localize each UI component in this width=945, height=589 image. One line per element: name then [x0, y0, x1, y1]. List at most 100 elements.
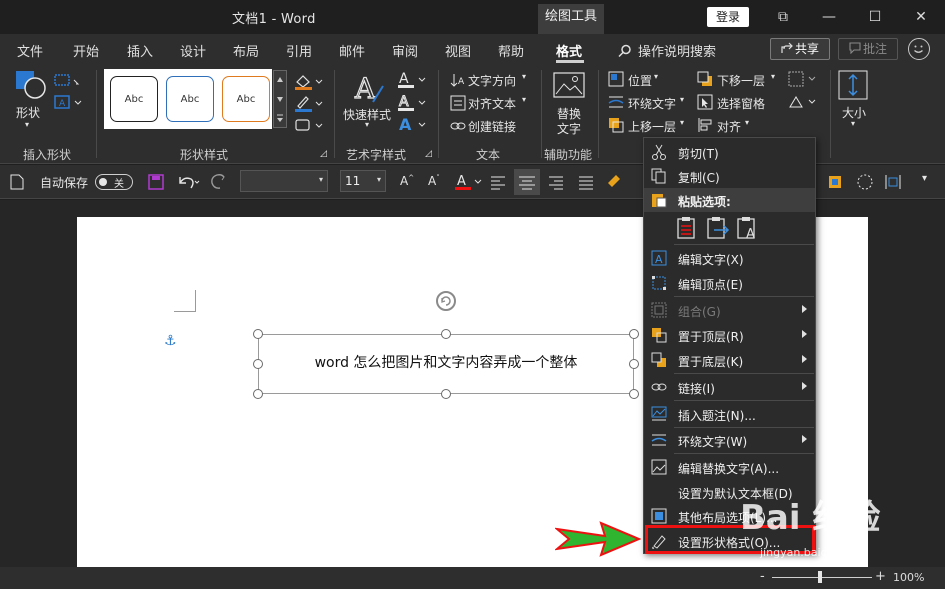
rotate-icon[interactable]	[788, 94, 818, 110]
wrap-text-label[interactable]: 环绕文字	[628, 95, 676, 112]
text-effects-icon[interactable]: A	[397, 115, 427, 135]
resize-handle-top-left[interactable]	[253, 329, 263, 339]
alt-text-icon[interactable]	[553, 72, 585, 100]
resize-handle-bottom-left[interactable]	[253, 389, 263, 399]
tab-home[interactable]: 开始	[73, 41, 99, 60]
paste-keep-source-icon[interactable]	[676, 216, 698, 240]
shape-fill-icon[interactable]	[294, 72, 324, 90]
grow-font-icon[interactable]: A^	[400, 174, 414, 188]
align-label[interactable]: 对齐	[717, 118, 741, 135]
resize-handle-top[interactable]	[441, 329, 451, 339]
menu-item-edit-points[interactable]: 编辑顶点(E)	[644, 271, 815, 295]
position-icon[interactable]	[608, 71, 624, 87]
menu-item-group[interactable]: 组合(G)	[644, 298, 815, 322]
align-right-icon[interactable]	[548, 174, 564, 190]
feedback-smile-icon[interactable]	[908, 38, 930, 60]
shapes-icon[interactable]	[15, 70, 47, 100]
menu-item-send-to-back[interactable]: 置于底层(K)	[644, 348, 815, 372]
create-link-label[interactable]: 创建链接	[468, 118, 516, 135]
dialog-launcher-icon[interactable]: ◿	[320, 149, 327, 159]
redo-icon[interactable]	[208, 173, 228, 191]
align-text-label[interactable]: 对齐文本	[468, 95, 516, 112]
dropdown-icon[interactable]: ▾	[522, 95, 526, 104]
tell-me-search[interactable]: 操作说明搜索	[618, 41, 716, 60]
text-fill-icon[interactable]: A	[397, 70, 427, 90]
tab-mailings[interactable]: 邮件	[339, 41, 365, 60]
shape-outline-icon[interactable]	[294, 94, 324, 112]
dropdown-icon[interactable]: ▾	[680, 95, 684, 104]
tab-design[interactable]: 设计	[180, 41, 206, 60]
send-backward-icon[interactable]	[697, 71, 713, 87]
zoom-slider-track[interactable]	[772, 577, 872, 578]
share-button[interactable]: 共享	[770, 38, 830, 60]
shrink-font-icon[interactable]: A˅	[428, 174, 440, 188]
position-label[interactable]: 位置	[628, 72, 652, 89]
undo-icon[interactable]	[176, 173, 202, 191]
tab-layout[interactable]: 布局	[233, 41, 259, 60]
group-objects-icon[interactable]	[788, 71, 818, 87]
selection-pane-icon[interactable]	[697, 94, 713, 110]
gallery-scroll[interactable]	[273, 70, 287, 128]
zoom-level[interactable]: 100%	[893, 571, 924, 584]
resize-handle-right[interactable]	[629, 359, 639, 369]
font-color-icon[interactable]: A	[454, 173, 484, 191]
align-left-icon[interactable]	[490, 174, 506, 190]
login-button[interactable]: 登录	[707, 7, 749, 27]
paste-text-only-icon[interactable]: A	[736, 216, 760, 240]
draw-textbox-icon[interactable]: A	[54, 94, 82, 110]
alt-text-label-line2[interactable]: 文字	[557, 120, 581, 137]
format-painter-icon[interactable]	[606, 173, 636, 191]
tab-insert[interactable]: 插入	[127, 41, 153, 60]
menu-item-bring-to-front[interactable]: 置于顶层(R)	[644, 323, 815, 347]
align-text-icon[interactable]	[450, 95, 466, 111]
resize-handle-bottom[interactable]	[441, 389, 451, 399]
shapes-button-label[interactable]: 形状	[16, 104, 40, 121]
tab-help[interactable]: 帮助	[498, 41, 524, 60]
ribbon-display-icon[interactable]: ⧉	[766, 4, 800, 30]
edit-shape-icon[interactable]	[54, 72, 82, 88]
font-size-dropdown[interactable]: 11 ▾	[340, 170, 386, 192]
maximize-button[interactable]: ☐	[858, 4, 892, 30]
dropdown-icon[interactable]: ▾	[745, 118, 749, 127]
create-link-icon[interactable]	[450, 118, 466, 134]
edit-wrap-points-icon[interactable]	[856, 173, 874, 191]
drawing-tools-context-tab[interactable]: 绘图工具	[538, 4, 604, 34]
close-button[interactable]: ✕	[904, 4, 938, 30]
quick-styles-icon[interactable]: A	[353, 72, 387, 106]
customize-qat-icon[interactable]: ▾	[922, 173, 927, 184]
dropdown-icon[interactable]: ▾	[771, 72, 775, 81]
justify-icon[interactable]	[578, 174, 594, 190]
comment-button[interactable]: 批注	[838, 38, 898, 60]
save-icon[interactable]	[148, 174, 164, 190]
zoom-out-button[interactable]: -	[760, 569, 765, 584]
distribute-icon[interactable]	[884, 173, 902, 191]
dropdown-icon[interactable]: ▾	[680, 118, 684, 127]
tab-format[interactable]: 格式	[556, 41, 582, 60]
dropdown-icon[interactable]: ▾	[522, 72, 526, 81]
align-icon[interactable]	[697, 117, 713, 133]
tab-view[interactable]: 视图	[445, 41, 471, 60]
menu-item-link[interactable]: 链接(I)	[644, 375, 815, 399]
size-dropdown-icon[interactable]: ▾	[851, 119, 855, 128]
text-direction-icon[interactable]: A	[450, 72, 466, 88]
tab-review[interactable]: 审阅	[392, 41, 418, 60]
autosave-toggle[interactable]: 关	[95, 174, 133, 190]
new-document-icon[interactable]	[10, 174, 24, 190]
resize-handle-top-right[interactable]	[629, 329, 639, 339]
menu-item-edit-text[interactable]: A 编辑文字(X)	[644, 246, 815, 270]
menu-item-copy[interactable]: 复制(C)	[644, 164, 815, 188]
bring-forward-icon[interactable]	[608, 117, 624, 133]
selection-pane-label[interactable]: 选择窗格	[717, 95, 765, 112]
font-name-dropdown[interactable]: ▾	[240, 170, 328, 192]
textbox-content[interactable]: word 怎么把图片和文字内容弄成一个整体	[258, 352, 634, 372]
dropdown-icon[interactable]: ▾	[654, 72, 658, 81]
wrap-text-icon[interactable]	[608, 94, 624, 110]
resize-handle-left[interactable]	[253, 359, 263, 369]
send-backward-label[interactable]: 下移一层	[717, 72, 765, 89]
paste-merge-icon[interactable]	[706, 216, 730, 240]
align-center-button[interactable]	[514, 169, 540, 195]
menu-item-edit-alt-text[interactable]: 编辑替换文字(A)...	[644, 455, 815, 479]
size-icon[interactable]	[838, 70, 868, 100]
bring-forward-label[interactable]: 上移一层	[628, 118, 676, 135]
minimize-button[interactable]: —	[812, 4, 846, 30]
